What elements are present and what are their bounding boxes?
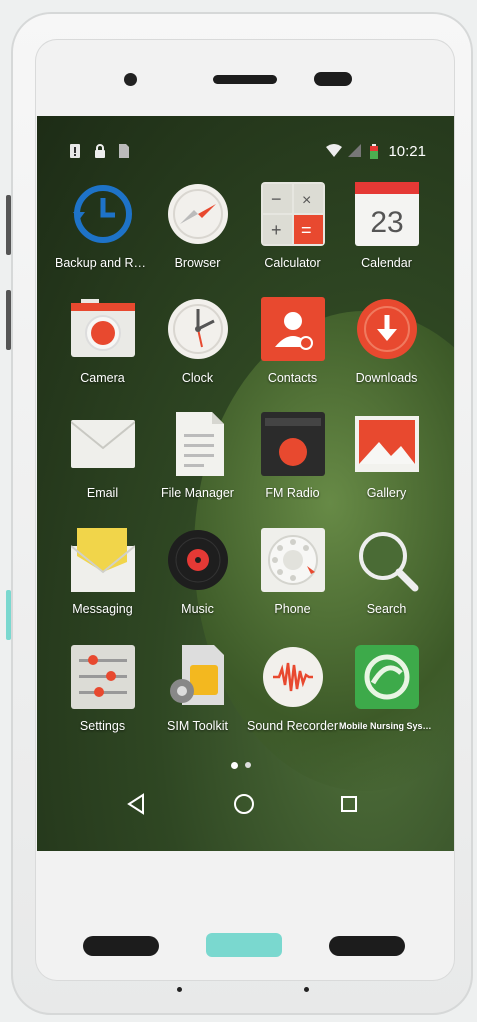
settings-icon [70,645,135,709]
status-bar: 10:21 [37,141,454,163]
email-icon [69,412,136,476]
app-label: Contacts [267,371,318,385]
svg-text:−: − [271,189,282,209]
battery-icon [370,144,378,163]
microphone-hole [177,987,182,992]
alert-icon [70,144,80,162]
lock-icon [94,144,106,162]
svg-text:×: × [302,192,311,209]
svg-text:+: + [271,220,282,240]
app-settings[interactable]: Settings [55,645,150,733]
side-button-left[interactable] [6,195,11,255]
app-label: Phone [274,602,311,616]
mobile-nursing-icon [354,645,419,709]
sim-toolkit-icon [166,645,230,709]
app-label: Clock [181,371,214,385]
app-label: Music [181,602,214,616]
app-label: Messaging [72,602,133,616]
app-calculator[interactable]: − × + = Calculator [245,182,340,270]
app-label: Gallery [366,486,407,500]
side-button-left-2[interactable] [6,290,11,350]
app-label: Mobile Nursing System [339,721,434,731]
app-gallery[interactable]: Gallery [339,412,434,500]
file-manager-icon [166,412,230,476]
app-label: FM Radio [265,486,320,500]
app-label: Calendar [361,256,412,270]
search-icon [355,528,419,592]
music-icon [166,528,230,592]
proximity-sensor [314,72,352,86]
app-label: Email [86,486,119,500]
gallery-icon [354,412,419,476]
app-sound-recorder[interactable]: Sound Recorder [245,645,340,733]
clock-icon [166,297,230,361]
app-browser[interactable]: Browser [150,182,245,270]
wifi-icon [326,144,342,161]
microphone-hole-2 [304,987,309,992]
side-button-teal[interactable] [6,590,11,640]
recents-icon[interactable] [335,790,363,818]
app-label: Downloads [355,371,418,385]
home-icon[interactable] [230,790,258,818]
calculator-icon: − × + = [260,182,325,246]
app-sim-toolkit[interactable]: SIM Toolkit [150,645,245,733]
app-label: Camera [80,371,125,385]
app-music[interactable]: Music [150,528,245,616]
sim-icon [119,144,129,162]
front-camera [124,73,137,86]
page-indicator [231,762,271,770]
browser-icon [166,182,230,246]
app-label: Calculator [264,256,321,270]
camera-icon [70,297,135,361]
app-file-manager[interactable]: File Manager [150,412,245,500]
app-label: Browser [174,256,221,270]
page-dot-active[interactable] [231,762,238,769]
app-label: Sound Recorder [246,719,339,733]
downloads-icon [355,297,419,361]
navigation-bar [37,778,454,828]
app-backup[interactable]: Backup and Re... [55,182,150,270]
backup-icon [71,182,135,246]
back-icon[interactable] [123,790,151,818]
hardware-back-button[interactable] [329,936,405,956]
calendar-date: 23 [370,206,403,239]
app-label: Backup and Re... [55,256,150,270]
signal-icon [348,144,361,161]
app-messaging[interactable]: Messaging [55,528,150,616]
app-fm-radio[interactable]: FM Radio [245,412,340,500]
app-contacts[interactable]: Contacts [245,297,340,385]
app-label: SIM Toolkit [167,719,228,733]
app-camera[interactable]: Camera [55,297,150,385]
fm-radio-icon [260,412,325,476]
hardware-scan-button[interactable] [206,933,282,957]
app-calendar[interactable]: 23 Calendar [339,182,434,270]
app-label: File Manager [161,486,234,500]
svg-text:=: = [301,220,312,240]
app-downloads[interactable]: Downloads [339,297,434,385]
app-phone[interactable]: Phone [245,528,340,616]
sound-recorder-icon [261,645,325,709]
status-time: 10:21 [388,143,426,160]
calendar-icon: 23 [354,182,419,246]
hardware-home-button[interactable] [83,936,159,956]
earpiece-speaker [213,75,277,84]
app-email[interactable]: Email [55,412,150,500]
app-label: Search [366,602,407,616]
phone-icon [260,528,325,592]
messaging-icon [69,528,136,592]
app-label: Settings [79,719,126,733]
app-clock[interactable]: Clock [150,297,245,385]
app-mobile-nursing-system[interactable]: Mobile Nursing System [339,645,434,731]
page-dot[interactable] [245,762,251,768]
home-screen: 10:21 Backup and Re... Browser − × + = Calc… [37,116,454,851]
app-search[interactable]: Search [339,528,434,616]
contacts-icon [260,297,325,361]
